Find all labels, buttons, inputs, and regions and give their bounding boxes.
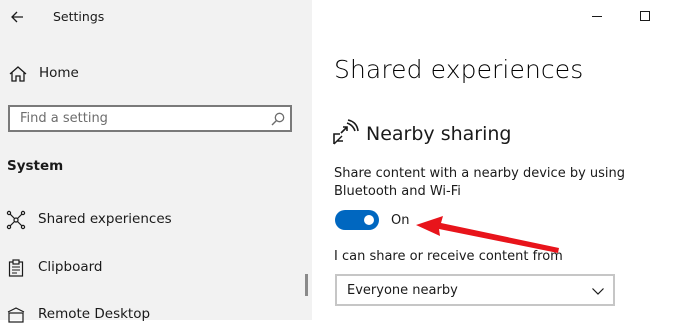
home-icon (9, 66, 27, 82)
sidebar-item-remote-desktop[interactable]: Remote Desktop (0, 299, 305, 331)
share-from-dropdown[interactable]: Everyone nearby (335, 274, 615, 306)
search-icon[interactable] (270, 111, 286, 127)
back-button[interactable] (6, 6, 28, 28)
sidebar-item-shared-experiences[interactable]: Shared experiences (0, 204, 305, 236)
clipboard-icon (8, 259, 24, 277)
minimize-button[interactable] (577, 4, 617, 28)
maximize-button[interactable] (625, 4, 665, 28)
app-title: Settings (53, 9, 105, 24)
sidebar-item-label: Home (39, 65, 79, 81)
back-arrow-icon (11, 11, 23, 23)
section-heading: Nearby sharing (366, 123, 512, 145)
page-title: Shared experiences (334, 55, 584, 84)
sidebar-item-label: Shared experiences (38, 211, 172, 227)
main-content: Shared experiences Nearby sharing Share … (312, 0, 676, 320)
shared-experiences-icon (6, 210, 26, 230)
section-heading: System (7, 158, 64, 174)
maximize-icon (640, 11, 650, 21)
sidebar-scrollbar[interactable] (305, 274, 308, 296)
sidebar-item-home[interactable]: Home (0, 58, 312, 90)
toggle-state-label: On (391, 213, 410, 228)
annotation-arrow-icon (416, 216, 559, 253)
search-input[interactable]: Find a setting (8, 105, 292, 132)
sidebar: Settings Home Find a setting System Shar… (0, 0, 312, 323)
minimize-icon (592, 16, 602, 17)
nearby-sharing-toggle[interactable] (335, 210, 379, 230)
toggle-knob (364, 215, 374, 225)
chevron-down-icon (592, 288, 604, 295)
nearby-sharing-description: Share content with a nearby device by us… (334, 166, 626, 199)
nearby-sharing-icon (333, 119, 359, 145)
search-placeholder: Find a setting (20, 111, 108, 126)
sidebar-item-clipboard[interactable]: Clipboard (0, 252, 305, 284)
sidebar-item-label: Clipboard (38, 259, 103, 275)
dropdown-value: Everyone nearby (347, 283, 458, 298)
remote-desktop-icon (7, 307, 25, 323)
